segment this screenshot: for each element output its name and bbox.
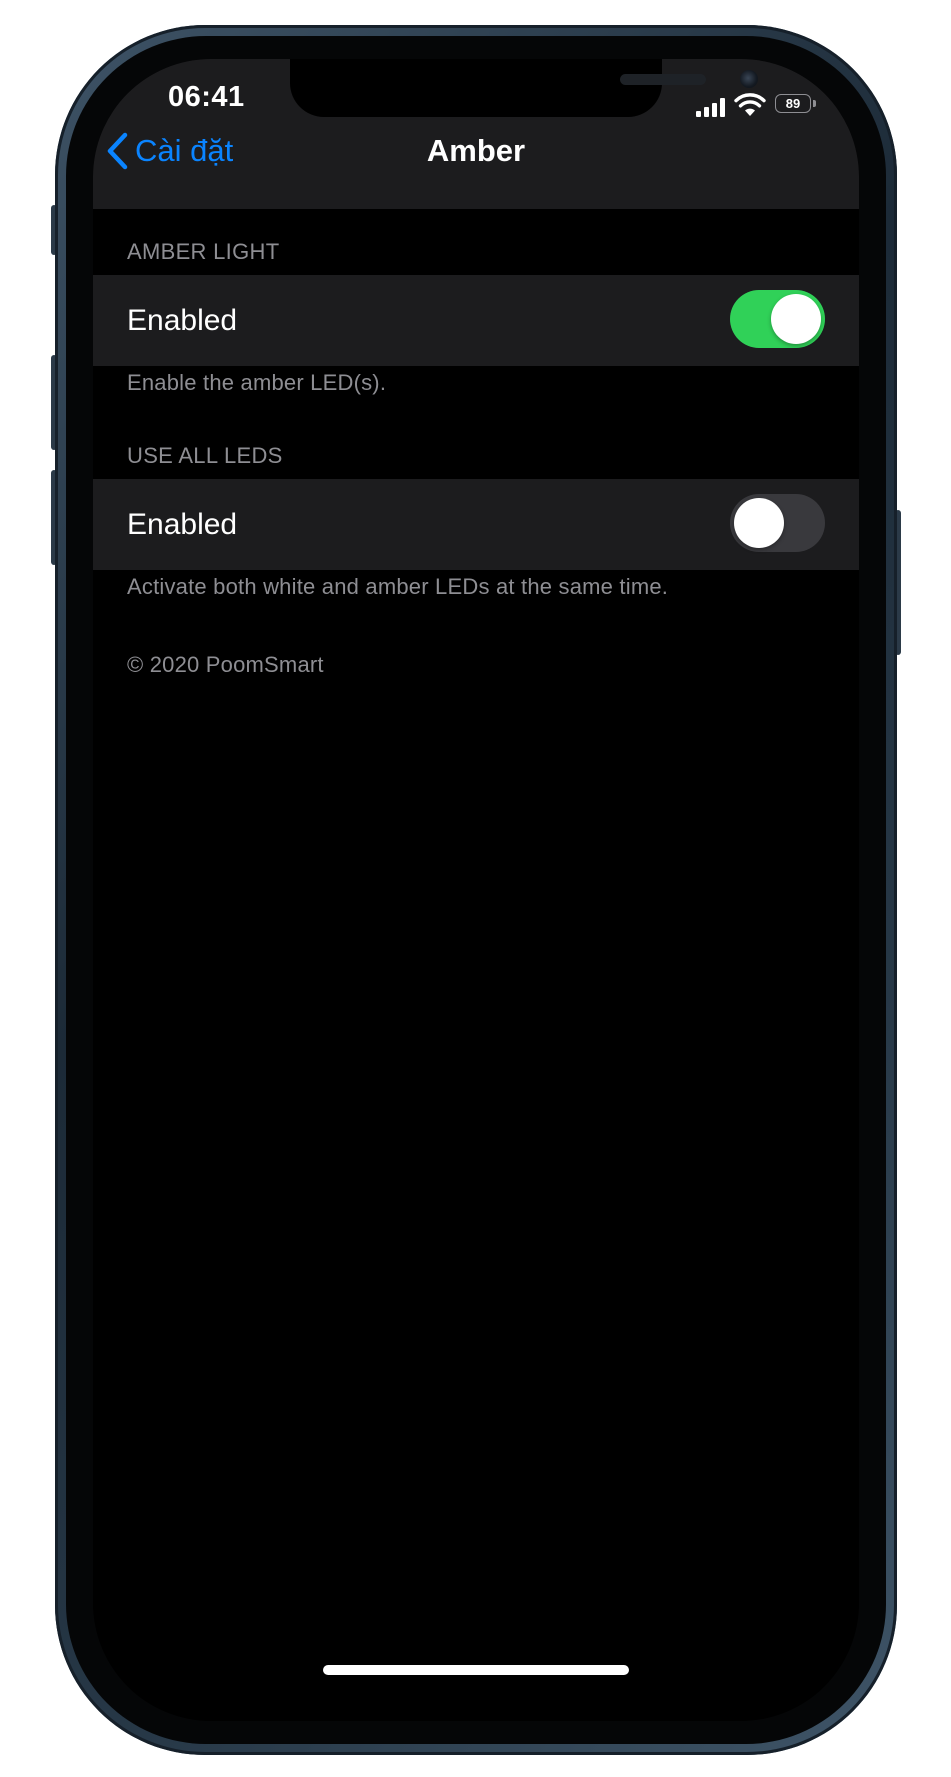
status-time: 06:41: [168, 81, 245, 113]
screen: 06:41 89 Cài đặt Amber AMBER LIGHT Enabl…: [93, 59, 859, 1721]
page-title: Amber: [426, 133, 526, 168]
wifi-icon: [734, 93, 766, 116]
front-camera: [740, 70, 758, 88]
toggle-knob: [734, 498, 784, 548]
copyright-text: © 2020 PoomSmart: [127, 652, 324, 677]
section-footer-amber-light: Enable the amber LED(s).: [127, 370, 387, 395]
amber-light-row-label: Enabled: [127, 304, 238, 337]
battery-icon: 89: [775, 94, 817, 115]
notch: [290, 59, 758, 117]
section-header-amber-light: AMBER LIGHT: [127, 239, 280, 264]
device-frame: 06:41 89 Cài đặt Amber AMBER LIGHT Enabl…: [0, 0, 951, 1777]
home-indicator[interactable]: [323, 1665, 629, 1675]
section-footer-use-all-leds: Activate both white and amber LEDs at th…: [127, 574, 669, 599]
battery-level: 89: [785, 96, 801, 111]
battery-body: 89: [775, 94, 811, 113]
amber-light-toggle[interactable]: [730, 290, 825, 348]
section-header-use-all-leds: USE ALL LEDS: [127, 443, 283, 468]
cellular-signal-icon: [696, 97, 728, 117]
use-all-leds-row-label: Enabled: [127, 508, 238, 541]
amber-light-row: Enabled: [93, 275, 859, 366]
toggle-knob: [771, 294, 821, 344]
earpiece-speaker: [620, 74, 706, 85]
use-all-leds-toggle[interactable]: [730, 494, 825, 552]
battery-cap: [813, 100, 816, 107]
use-all-leds-row: Enabled: [93, 479, 859, 570]
